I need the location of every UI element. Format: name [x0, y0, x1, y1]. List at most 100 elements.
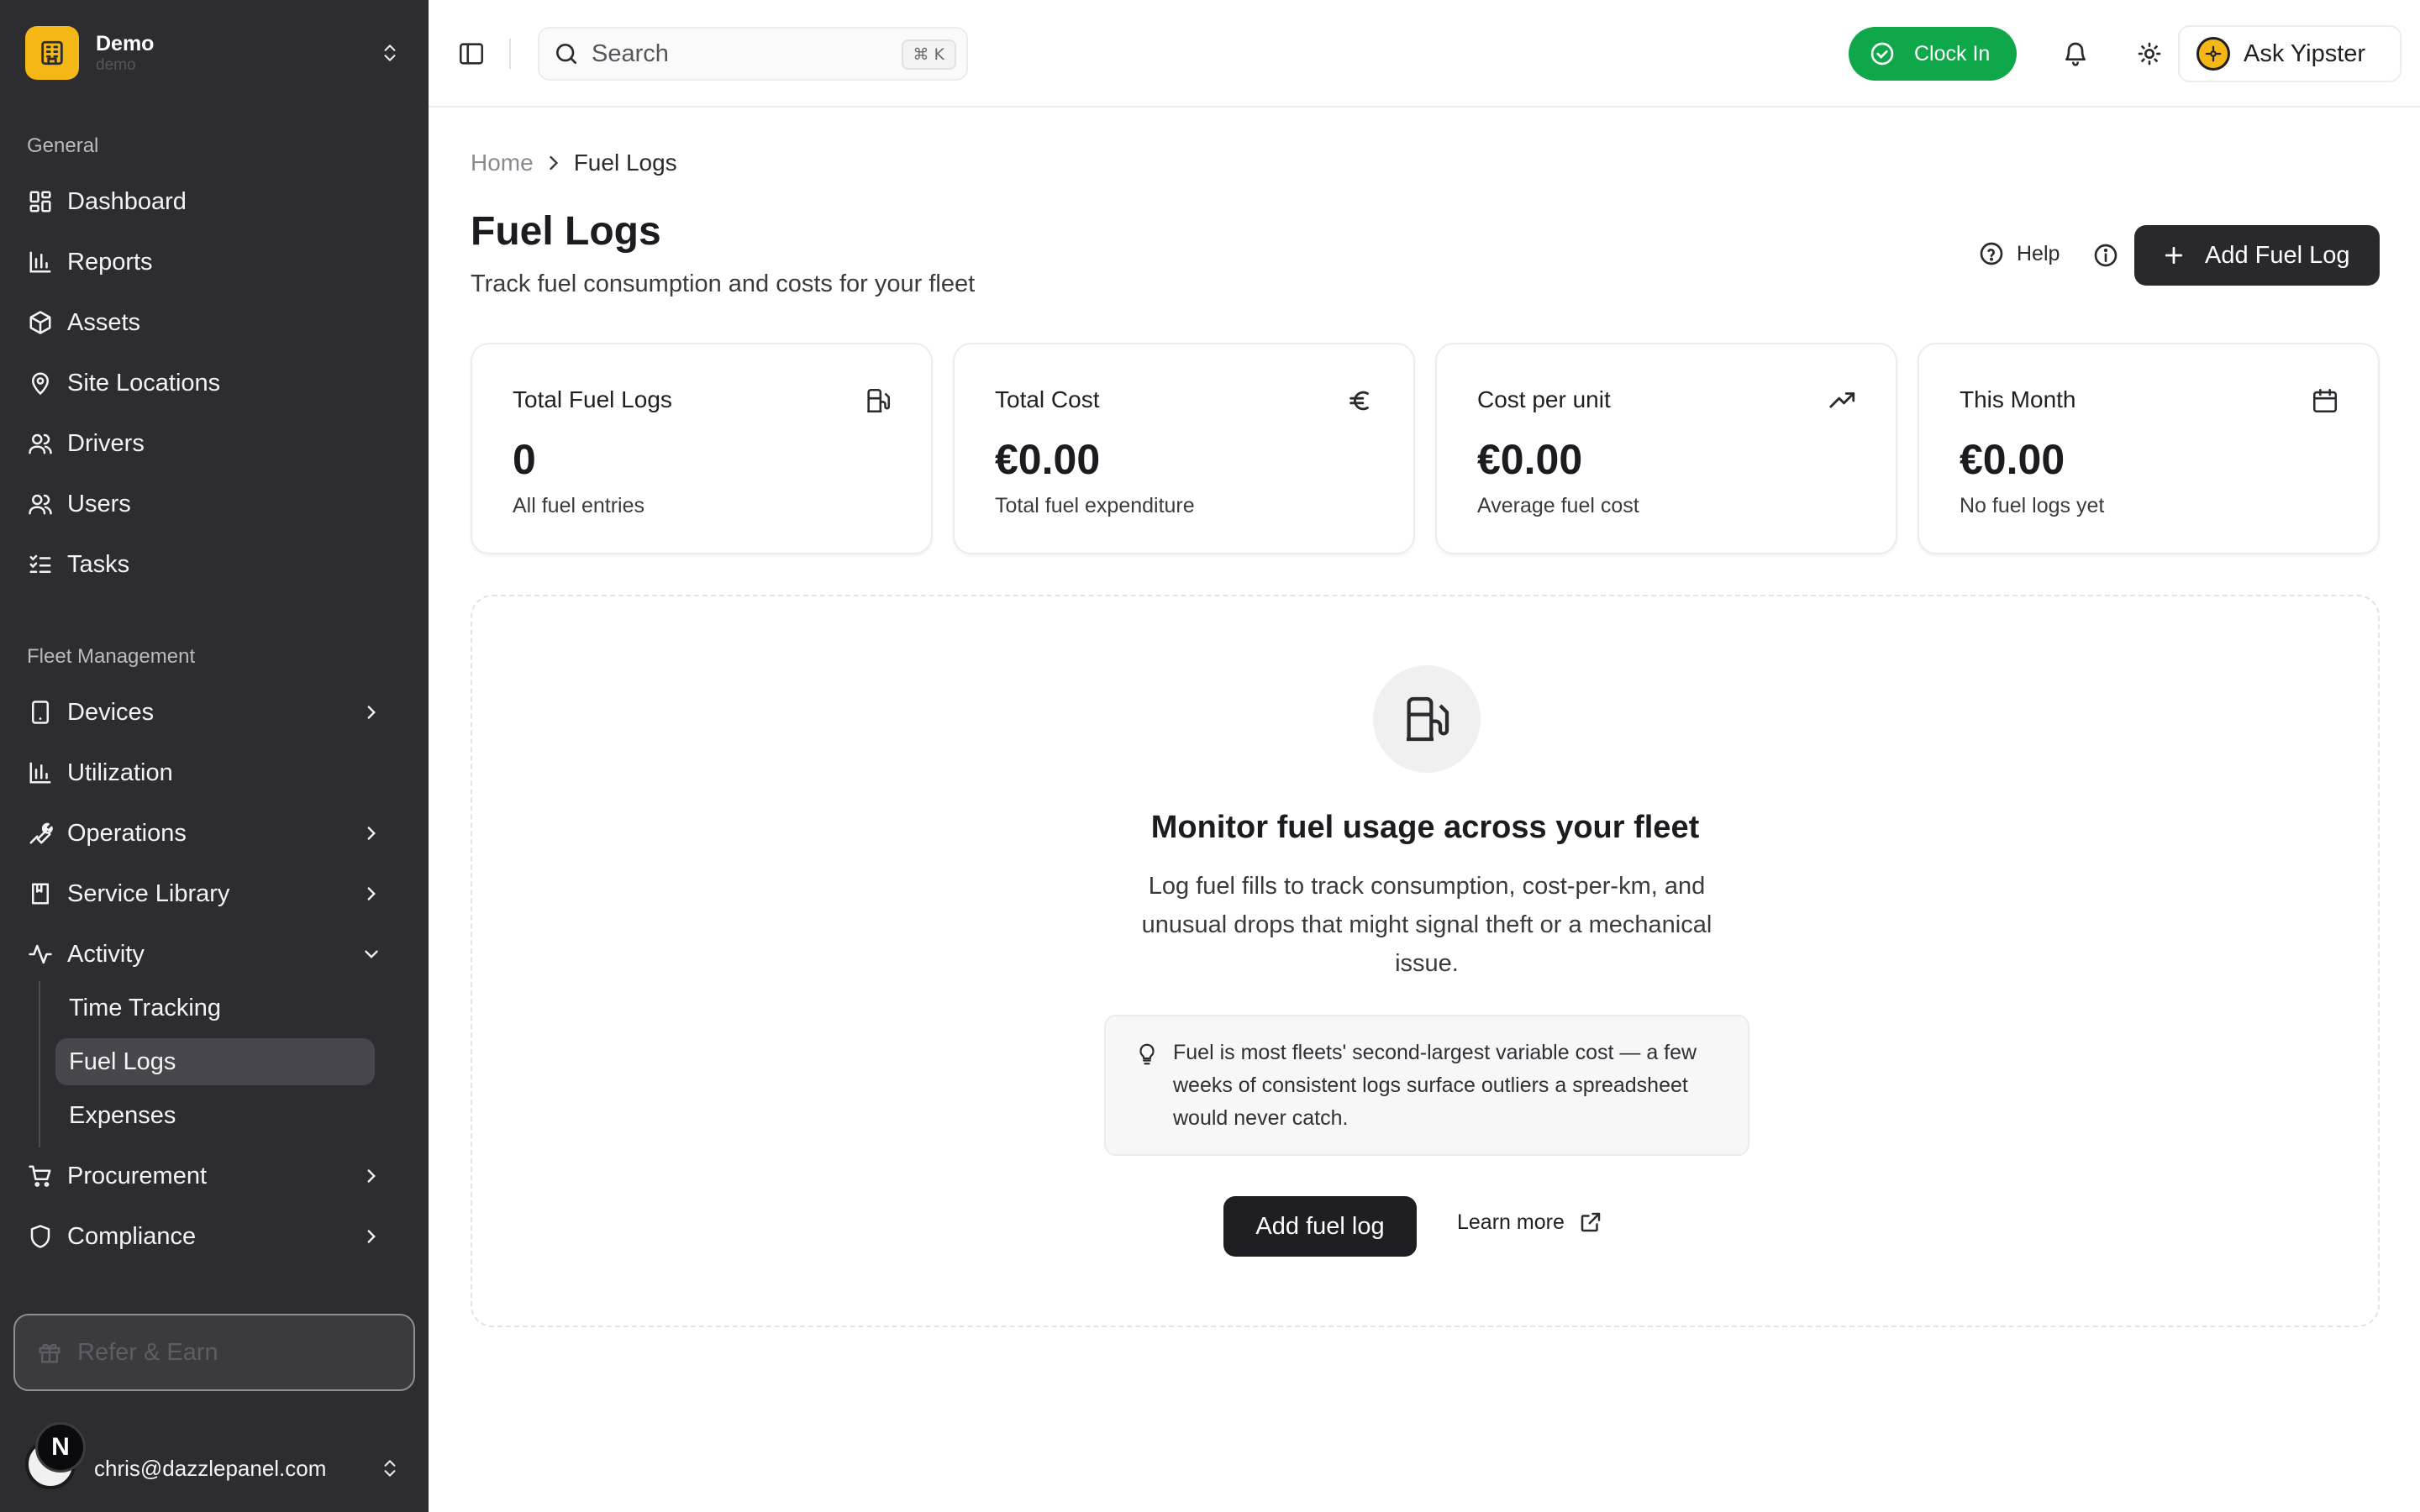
learn-more-link[interactable]: Learn more: [1457, 1210, 1603, 1235]
search-shortcut: ⌘ K: [901, 39, 956, 70]
plus-icon: [2161, 243, 2186, 268]
clock-in-button[interactable]: Clock In: [1849, 27, 2017, 81]
topbar: ⌘ K Clock In Ask Yipster: [429, 0, 2420, 108]
bar-chart-icon: [27, 759, 54, 786]
stat-value: €0.00: [1960, 436, 2065, 483]
stat-value: €0.00: [1477, 436, 1583, 483]
users-icon: [27, 430, 54, 457]
sidebar-item-utilization[interactable]: Utilization: [13, 746, 408, 800]
help-circle-icon: [1978, 240, 2005, 267]
empty-state-title: Monitor fuel usage across your fleet: [1150, 810, 1700, 845]
tip-box: Fuel is most fleets' second-largest vari…: [1104, 1015, 1749, 1156]
avatar-initial: N: [35, 1422, 86, 1473]
chevron-right-icon: [358, 1223, 385, 1250]
avatar: N: [25, 1422, 92, 1489]
sidebar-item-operations[interactable]: Operations: [13, 806, 408, 860]
section-label-general: General: [27, 134, 99, 157]
fuel-icon: [1373, 665, 1481, 773]
sidebar-toggle-icon[interactable]: [457, 39, 486, 68]
sidebar-subitem-time-tracking[interactable]: Time Tracking: [55, 984, 375, 1032]
sun-icon[interactable]: [2134, 39, 2165, 69]
stat-card-this-month: This Month €0.00 No fuel logs yet: [1918, 343, 2380, 554]
sidebar-item-drivers[interactable]: Drivers: [13, 417, 408, 470]
sidebar-item-label: Tasks: [67, 550, 130, 578]
sidebar-item-users[interactable]: Users: [13, 477, 408, 531]
subnav-line: [39, 981, 40, 1147]
search-input[interactable]: [592, 39, 894, 68]
sidebar-item-tasks[interactable]: Tasks: [13, 538, 408, 591]
stat-value: 0: [513, 436, 536, 483]
external-link-icon: [1578, 1210, 1603, 1235]
stat-label: Total Cost: [995, 386, 1100, 412]
sidebar-item-reports[interactable]: Reports: [13, 235, 408, 289]
ask-yipster-button[interactable]: Ask Yipster: [2178, 25, 2402, 82]
stat-card-total-cost: Total Cost €0.00 Total fuel expenditure: [953, 343, 1415, 554]
sidebar-item-procurement[interactable]: Procurement: [13, 1149, 408, 1203]
book-icon: [27, 880, 54, 907]
stat-desc: No fuel logs yet: [1960, 494, 2105, 517]
list-checks-icon: [27, 551, 54, 578]
bell-icon[interactable]: [2060, 39, 2091, 69]
add-fuel-log-label: Add Fuel Log: [2205, 241, 2350, 269]
sidebar-item-label: Site Locations: [67, 369, 221, 396]
sidebar-item-label: Procurement: [67, 1162, 208, 1189]
chevron-right-icon: [358, 699, 385, 726]
users-icon: [27, 491, 54, 517]
sidebar-item-label: Compliance: [67, 1222, 197, 1250]
info-icon[interactable]: [2092, 242, 2119, 269]
org-subtitle: demo: [96, 56, 136, 74]
sidebar-item-activity[interactable]: Activity: [13, 927, 408, 981]
page-title: Fuel Logs: [471, 209, 661, 254]
chevrons-up-down-icon: [376, 39, 403, 66]
sidebar-item-site-locations[interactable]: Site Locations: [13, 356, 408, 410]
page-subtitle: Track fuel consumption and costs for you…: [471, 270, 976, 297]
sidebar-item-devices[interactable]: Devices: [13, 685, 408, 739]
org-name: Demo: [96, 32, 155, 55]
sidebar-item-label: Operations: [67, 819, 187, 847]
sidebar-item-compliance[interactable]: Compliance: [13, 1210, 408, 1263]
tablet-icon: [27, 699, 54, 726]
sidebar-subitem-fuel-logs[interactable]: Fuel Logs: [55, 1038, 375, 1085]
yipster-logo-icon: [2196, 37, 2230, 71]
sidebar-item-label: Assets: [67, 308, 141, 336]
bar-chart-icon: [27, 249, 54, 276]
shield-icon: [27, 1223, 54, 1250]
building-icon: [25, 26, 79, 80]
search-box[interactable]: ⌘ K: [538, 27, 968, 81]
sidebar-item-label: Devices: [67, 698, 155, 726]
sidebar-item-label: Reports: [67, 248, 153, 276]
check-circle-icon: [1869, 40, 1896, 67]
chevron-down-icon: [358, 941, 385, 968]
calendar-icon: [2311, 386, 2339, 415]
learn-more-label: Learn more: [1457, 1210, 1565, 1234]
sidebar-item-dashboard[interactable]: Dashboard: [13, 175, 408, 228]
stat-value: €0.00: [995, 436, 1101, 483]
refer-and-earn-button[interactable]: Refer & Earn: [13, 1314, 415, 1391]
sidebar-subitem-expenses[interactable]: Expenses: [55, 1092, 375, 1139]
add-fuel-log-button[interactable]: Add Fuel Log: [2134, 225, 2380, 286]
breadcrumb-current: Fuel Logs: [573, 150, 677, 176]
help-button[interactable]: Help: [1978, 240, 2060, 267]
org-switcher[interactable]: Demo demo: [25, 25, 403, 81]
activity-icon: [27, 941, 54, 968]
user-menu[interactable]: N chris@dazzlepanel.com: [25, 1418, 403, 1494]
gift-icon: [37, 1340, 62, 1365]
box-icon: [27, 309, 54, 336]
sidebar: Demo demo General Dashboard Reports Asse…: [0, 0, 429, 1512]
chevron-right-icon: [358, 820, 385, 847]
stat-label: This Month: [1960, 386, 2076, 412]
breadcrumb-home[interactable]: Home: [471, 150, 534, 176]
sidebar-item-label: Drivers: [67, 429, 145, 457]
section-label-fleet-management: Fleet Management: [27, 645, 196, 668]
sidebar-item-label: Users: [67, 490, 131, 517]
fuel-icon: [864, 386, 892, 415]
wrench-icon: [27, 820, 54, 847]
add-fuel-log-empty-button[interactable]: Add fuel log: [1223, 1196, 1417, 1257]
stat-card-cost-per-unit: Cost per unit €0.00 Average fuel cost: [1435, 343, 1897, 554]
sidebar-item-assets[interactable]: Assets: [13, 296, 408, 349]
search-icon: [553, 40, 580, 67]
sidebar-item-service-library[interactable]: Service Library: [13, 867, 408, 921]
stat-label: Total Fuel Logs: [513, 386, 672, 412]
help-label: Help: [2017, 241, 2060, 265]
ask-yipster-label: Ask Yipster: [2244, 39, 2366, 67]
